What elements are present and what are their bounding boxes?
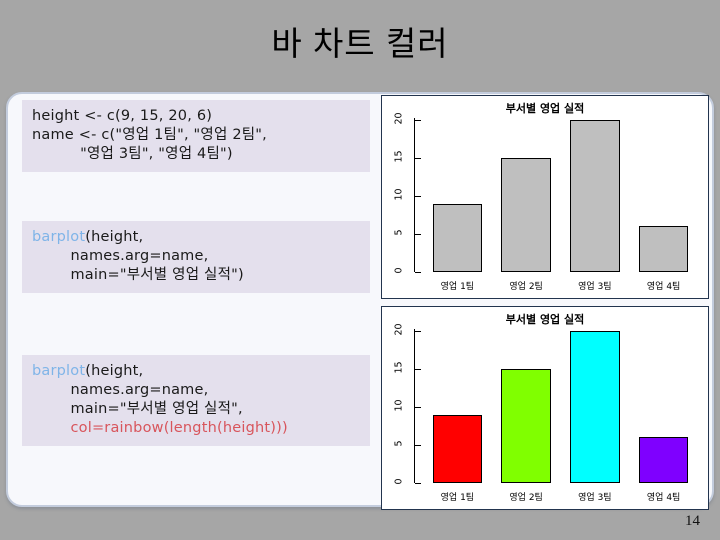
code-token: main="부서별 영업 실적") (32, 267, 244, 283)
y-axis-tick-label: 15 (393, 361, 405, 374)
x-axis-tick-label: 영업 2팀 (509, 282, 543, 292)
y-axis-tick-label: 10 (393, 399, 405, 412)
bar-slot (492, 120, 561, 272)
code-token: names.arg=name, (32, 248, 209, 264)
bar (501, 158, 551, 272)
y-axis-tick (415, 369, 421, 370)
page-title: 바 차트 컬러 (271, 25, 449, 62)
bar (432, 414, 483, 483)
page-number: 14 (685, 513, 700, 529)
chart-title: 부서별 영업 실적 (505, 313, 585, 326)
code-token: main="부서별 영업 실적", (32, 401, 243, 417)
code-line: main="부서별 영업 실적") (32, 266, 360, 285)
bar-chart-rainbow: 부서별 영업 실적 0 5 10 15 20 영업 1팀 영업 2팀 영업 3팀 영업 4팀 (381, 306, 709, 510)
x-axis-labels: 영업 1팀 영업 2팀 영업 3팀 영업 4팀 (423, 487, 698, 503)
code-line: "영업 3팀", "영업 4팀") (32, 145, 360, 164)
y-axis-line (414, 118, 415, 272)
bar-slot (561, 331, 630, 483)
y-axis-tick (415, 272, 421, 273)
code-line: height <- c(9, 15, 20, 6) (32, 107, 360, 126)
y-axis-tick-label: 0 (393, 267, 405, 274)
bar-slot (629, 331, 698, 483)
code-token: name <- c("영업 1팀", "영업 2팀", (32, 127, 267, 143)
x-axis-tick-label: 영업 1팀 (440, 493, 475, 503)
code-token: names.arg=name, (32, 382, 209, 398)
y-axis-tick (415, 445, 421, 446)
bar (501, 369, 551, 483)
y-axis-tick (415, 407, 421, 408)
bar (638, 226, 689, 272)
y-axis-tick (415, 234, 421, 235)
x-axis-tick-label: 영업 3팀 (578, 282, 612, 292)
y-axis-tick (415, 483, 421, 484)
code-token: barplot (32, 363, 86, 379)
code-line: main="부서별 영업 실적", (32, 400, 360, 419)
y-axis-tick (415, 331, 421, 332)
y-axis-line (414, 329, 415, 483)
bar-slot (629, 120, 698, 272)
bar-slot (561, 120, 630, 272)
x-axis-tick-label: 영업 4팀 (646, 493, 681, 503)
code-token: col=rainbow(length(height))) (32, 420, 288, 436)
code-block-barplot-plain: barplot(height, names.arg=name, main="부서… (22, 221, 370, 293)
code-line: names.arg=name, (32, 247, 360, 266)
code-token: height <- c(9, 15, 20, 6) (32, 108, 213, 124)
y-axis-tick-label: 20 (393, 112, 405, 125)
bar-slot (423, 120, 492, 272)
code-column: height <- c(9, 15, 20, 6) name <- c("영업 1… (22, 100, 370, 500)
code-token: "영업 3팀", "영업 4팀") (32, 146, 233, 162)
bar (570, 331, 620, 483)
y-axis-tick-label: 5 (393, 440, 405, 447)
y-axis-tick (415, 196, 421, 197)
bars-group (423, 331, 698, 483)
y-axis-tick-label: 15 (393, 150, 405, 163)
bar (638, 437, 689, 483)
bar-chart-gray: 부서별 영업 실적 0 5 10 15 20 영업 1팀 영업 2팀 영업 3팀 영업 4팀 (381, 95, 709, 299)
y-axis-tick (415, 158, 421, 159)
bar-slot (492, 331, 561, 483)
code-token: barplot (32, 229, 86, 245)
code-line: names.arg=name, (32, 381, 360, 400)
code-token: (height, (85, 363, 144, 379)
chart-title: 부서별 영업 실적 (505, 102, 585, 115)
x-axis-tick-label: 영업 3팀 (578, 493, 612, 503)
code-block-declaration: height <- c(9, 15, 20, 6) name <- c("영업 1… (22, 100, 370, 172)
y-axis-tick (415, 120, 421, 121)
x-axis-tick-label: 영업 1팀 (440, 282, 475, 292)
bar (570, 120, 620, 272)
y-axis-tick-label: 20 (393, 323, 405, 336)
x-axis-labels: 영업 1팀 영업 2팀 영업 3팀 영업 4팀 (423, 276, 698, 292)
y-axis-tick-label: 10 (393, 188, 405, 201)
code-block-barplot-rainbow: barplot(height, names.arg=name, main="부서… (22, 355, 370, 446)
y-axis-tick-label: 5 (393, 229, 405, 236)
bar-slot (423, 331, 492, 483)
code-line: barplot(height, (32, 362, 360, 381)
x-axis-tick-label: 영업 2팀 (509, 493, 543, 503)
bars-group (423, 120, 698, 272)
code-line: col=rainbow(length(height))) (32, 419, 360, 438)
code-line: barplot(height, (32, 228, 360, 247)
code-line: name <- c("영업 1팀", "영업 2팀", (32, 126, 360, 145)
x-axis-tick-label: 영업 4팀 (646, 282, 681, 292)
y-axis-tick-label: 0 (393, 478, 405, 485)
code-token: (height, (85, 229, 144, 245)
bar (432, 203, 483, 272)
